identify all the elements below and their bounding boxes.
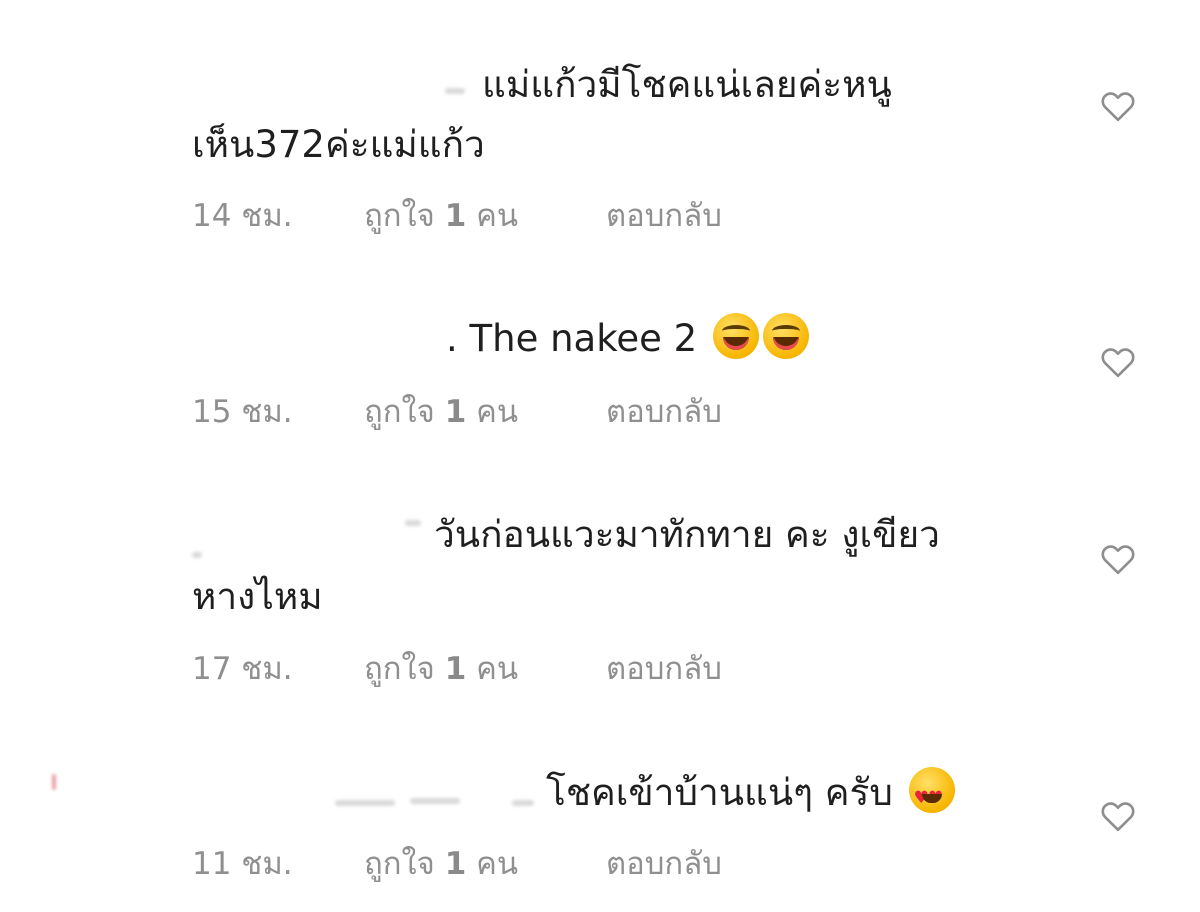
comment-time: 11 ชม.	[192, 846, 293, 882]
comment-time: 17 ชม.	[192, 651, 293, 687]
face-with-tears-of-joy-emoji	[762, 313, 809, 359]
likes-suffix: คน	[466, 651, 519, 687]
smiling-face-with-heart-eyes-emoji	[908, 767, 955, 825]
comment-text-line: หางไหม	[192, 575, 323, 618]
likes-count: 1	[444, 651, 467, 687]
likes-prefix: ถูกใจ	[364, 651, 445, 687]
likes-prefix: ถูกใจ	[364, 198, 445, 234]
comment-likes[interactable]: ถูกใจ 1 คน	[364, 190, 518, 240]
likes-count: 1	[444, 846, 467, 882]
username-redacted	[410, 798, 460, 804]
username-redacted	[405, 520, 421, 526]
avatar-redacted	[192, 552, 202, 558]
likes-suffix: คน	[466, 394, 519, 430]
likes-prefix: ถูกใจ	[364, 394, 445, 430]
reply-button[interactable]: ตอบกลับ	[606, 838, 722, 888]
comment-text-line: วันก่อนแวะมาทักทาย คะ งูเขียว	[434, 513, 940, 556]
comment-text-line: โชคเข้าบ้านแน่ๆ ครับ	[546, 766, 955, 825]
heart-outline-icon[interactable]	[1100, 346, 1136, 378]
username-redacted	[445, 88, 465, 94]
heart-outline-icon[interactable]	[1100, 543, 1136, 575]
comment-time: 15 ชม.	[192, 394, 293, 430]
username-redacted	[335, 800, 395, 806]
username-redacted	[512, 800, 534, 806]
comment-text-line: แม่แก้วมีโชคแน่เลยค่ะหนู	[482, 63, 892, 106]
comment-text-line: . The nakee 2	[446, 312, 809, 366]
likes-count: 1	[444, 394, 467, 430]
comment-likes[interactable]: ถูกใจ 1 คน	[364, 386, 518, 436]
likes-suffix: คน	[466, 846, 519, 882]
reply-button[interactable]: ตอบกลับ	[606, 386, 722, 436]
heart-outline-icon[interactable]	[1100, 800, 1136, 832]
reply-button[interactable]: ตอบกลับ	[606, 643, 722, 693]
heart-outline-icon[interactable]	[1100, 90, 1136, 122]
face-with-tears-of-joy-emoji	[712, 313, 759, 359]
comment-likes[interactable]: ถูกใจ 1 คน	[364, 643, 518, 693]
comment-time: 14 ชม.	[192, 198, 293, 234]
avatar-redacted	[52, 774, 56, 790]
likes-suffix: คน	[466, 198, 519, 234]
comment-likes[interactable]: ถูกใจ 1 คน	[364, 838, 518, 888]
reply-button[interactable]: ตอบกลับ	[606, 190, 722, 240]
likes-prefix: ถูกใจ	[364, 846, 445, 882]
likes-count: 1	[444, 198, 467, 234]
comment-text: . The nakee 2	[446, 317, 698, 360]
comment-text-line: เห็น372ค่ะแม่แก้ว	[192, 123, 485, 166]
comment-text: โชคเข้าบ้านแน่ๆ ครับ	[546, 771, 893, 814]
